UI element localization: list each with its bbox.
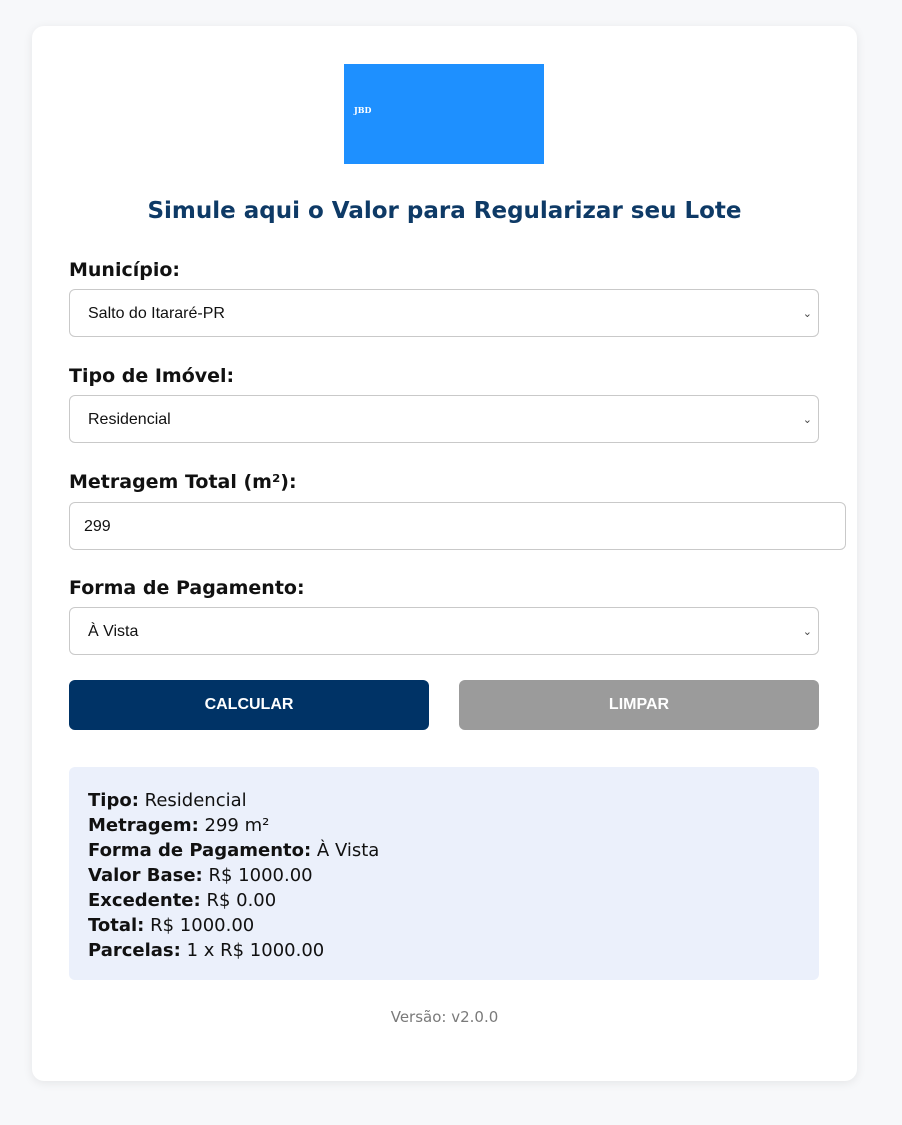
result-metragem: Metragem: 299 m² <box>88 815 270 836</box>
metragem-value: 299 <box>84 518 111 535</box>
simulator-card: JBD Simule aqui o Valor para Regularizar… <box>32 26 857 1081</box>
tipo-imovel-label: Tipo de Imóvel: <box>69 365 235 387</box>
result-total: Total: R$ 1000.00 <box>88 915 255 936</box>
metragem-label: Metragem Total (m²): <box>69 471 297 493</box>
page-title: Simule aqui o Valor para Regularizar seu… <box>147 198 742 224</box>
logo-text: JBD <box>354 105 372 115</box>
version-label: Versão: v2.0.0 <box>390 1008 499 1026</box>
chevron-down-icon: ⌄ <box>802 626 812 638</box>
municipio-select[interactable]: Salto do Itararé-PR ⌄ <box>69 289 819 337</box>
result-excedente: Excedente: R$ 0.00 <box>88 890 277 911</box>
logo: JBD <box>344 64 544 164</box>
result-pagamento: Forma de Pagamento: À Vista <box>88 840 380 861</box>
municipio-label: Município: <box>69 259 181 281</box>
result-tipo: Tipo: Residencial <box>88 790 247 811</box>
metragem-input[interactable]: 299 <box>69 502 846 550</box>
chevron-down-icon: ⌄ <box>802 414 812 426</box>
pagamento-value: À Vista <box>88 623 139 640</box>
tipo-imovel-value: Residencial <box>88 411 171 428</box>
tipo-imovel-select[interactable]: Residencial ⌄ <box>69 395 819 443</box>
calcular-button[interactable]: CALCULAR <box>69 680 429 730</box>
municipio-value: Salto do Itararé-PR <box>88 305 225 322</box>
result-panel: Tipo: Residencial Metragem: 299 m² Forma… <box>69 767 819 980</box>
result-valor-base: Valor Base: R$ 1000.00 <box>88 865 313 886</box>
chevron-down-icon: ⌄ <box>802 308 812 320</box>
result-parcelas: Parcelas: 1 x R$ 1000.00 <box>88 940 325 961</box>
pagamento-select[interactable]: À Vista ⌄ <box>69 607 819 655</box>
limpar-button[interactable]: LIMPAR <box>459 680 819 730</box>
pagamento-label: Forma de Pagamento: <box>69 577 305 599</box>
